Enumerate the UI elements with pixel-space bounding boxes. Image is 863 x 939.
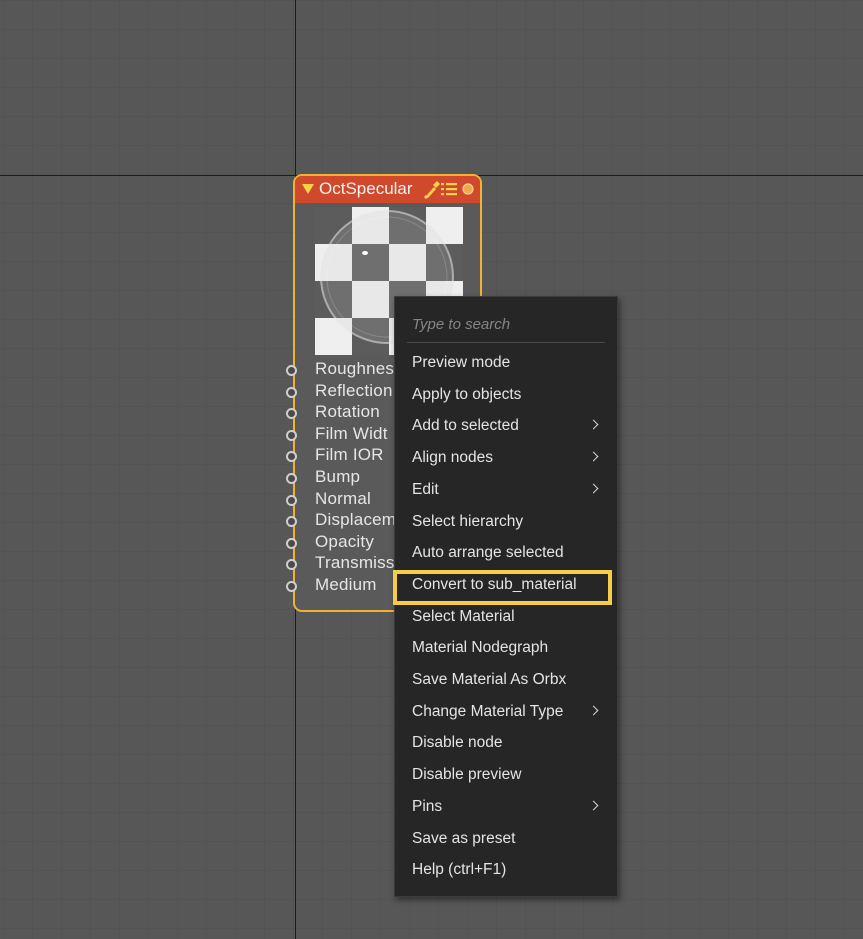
context-menu: Preview mode Apply to objects Add to selec… <box>394 296 618 897</box>
pin-label: Displacem <box>315 510 397 530</box>
menu-item-edit[interactable]: Edit <box>395 475 617 506</box>
pin-connector-icon[interactable] <box>286 473 297 484</box>
menu-item-label: Disable preview <box>412 766 522 784</box>
chevron-right-icon <box>588 705 599 716</box>
menu-item-align-nodes[interactable]: Align nodes <box>395 443 617 474</box>
pin-label: Reflection <box>315 380 393 400</box>
pipette-icon[interactable] <box>423 179 441 199</box>
pin-connector-icon[interactable] <box>286 429 297 441</box>
pin-label: Opacity <box>315 531 375 551</box>
menu-item-label: Edit <box>412 480 439 498</box>
pin-connector-icon[interactable] <box>286 559 297 571</box>
pin-connector-icon[interactable] <box>286 451 297 463</box>
menu-item-save-as-preset[interactable]: Save as preset <box>395 824 617 855</box>
menu-item-label: Change Material Type <box>412 702 564 720</box>
pin-connector-icon[interactable] <box>286 537 297 549</box>
pin-label: Normal <box>315 488 371 508</box>
menu-item-change-material-type[interactable]: Change Material Type <box>395 697 617 728</box>
node-title: OctSpecular <box>319 179 413 198</box>
menu-item-label: Disable node <box>412 734 503 752</box>
pin-label: Bump <box>315 467 361 486</box>
pin-label: Transmiss <box>315 553 395 573</box>
pin-connector-icon[interactable] <box>286 408 297 420</box>
menu-item-disable-node[interactable]: Disable node <box>395 728 617 759</box>
menu-item-label: Auto arrange selected <box>412 544 564 562</box>
pin-label: Film IOR <box>315 445 384 465</box>
menu-item-label: Pins <box>412 797 443 815</box>
menu-item-add-to-selected[interactable]: Add to selected <box>395 411 617 442</box>
menu-item-material-nodegraph[interactable]: Material Nodegraph <box>395 633 617 664</box>
menu-item-label: Save as preset <box>412 829 516 847</box>
menu-item-label: Preview mode <box>412 354 511 371</box>
menu-item-label: Help (ctrl+F1) <box>412 861 507 879</box>
menu-item-disable-preview[interactable]: Disable preview <box>395 760 617 791</box>
chevron-right-icon <box>588 419 599 430</box>
pin-label: Roughnes <box>315 359 395 378</box>
menu-item-apply-to-objects[interactable]: Apply to objects <box>395 380 617 411</box>
menu-item-help-ctrl-f1[interactable]: Help (ctrl+F1) <box>395 855 617 886</box>
node-header[interactable]: OctSpecular <box>295 176 480 203</box>
menu-item-save-material-as-orbx[interactable]: Save Material As Orbx <box>395 665 617 696</box>
menu-search-input[interactable] <box>412 313 602 335</box>
pin-connector-icon[interactable] <box>286 494 297 506</box>
menu-item-label: Material Nodegraph <box>412 639 549 657</box>
pin-connector-icon[interactable] <box>286 365 297 376</box>
pin-connector-icon[interactable] <box>286 386 297 398</box>
menu-item-select-hierarchy[interactable]: Select hierarchy <box>395 507 617 538</box>
menu-item-select-material[interactable]: Select Material <box>395 602 617 633</box>
menu-separator <box>407 342 605 343</box>
menu-item-label: Add to selected <box>412 417 519 435</box>
menu-item-auto-arrange-selected[interactable]: Auto arrange selected <box>395 538 617 569</box>
pin-connector-icon[interactable] <box>286 516 297 528</box>
status-dot-icon[interactable] <box>461 182 475 196</box>
menu-item-label: Convert to sub_material <box>412 575 577 593</box>
menu-item-pins[interactable]: Pins <box>395 792 617 823</box>
chevron-right-icon <box>588 483 599 494</box>
menu-item-label: Align nodes <box>412 449 494 467</box>
menu-item-convert-to-sub-material[interactable]: Convert to sub_material <box>395 570 617 601</box>
chevron-right-icon <box>588 800 599 811</box>
menu-item-label: Apply to objects <box>412 385 522 403</box>
collapse-arrow-icon[interactable] <box>302 184 314 194</box>
pin-label: Medium <box>315 575 377 594</box>
list-icon[interactable] <box>441 181 457 197</box>
menu-item-label: Select Material <box>412 607 515 625</box>
pin-label: Rotation <box>315 402 380 422</box>
menu-item-label: Save Material As Orbx <box>412 671 567 688</box>
pin-connector-icon[interactable] <box>286 581 297 592</box>
node-header-icons <box>423 179 479 199</box>
menu-item-label: Select hierarchy <box>412 512 524 530</box>
menu-item-preview-mode[interactable]: Preview mode <box>395 348 617 379</box>
chevron-right-icon <box>588 451 599 462</box>
pin-label: Film Widt <box>315 423 388 443</box>
